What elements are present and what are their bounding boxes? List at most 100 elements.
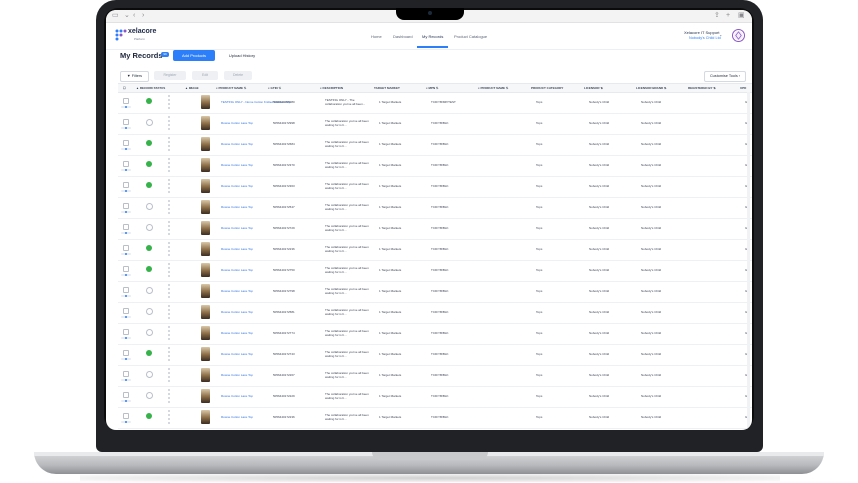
chevron-down-icon[interactable]: ⌄ xyxy=(124,12,130,20)
status-check-icon[interactable] xyxy=(146,161,152,167)
row-checkbox[interactable] xyxy=(123,182,129,188)
chevron-down-icon[interactable]: ⌄ xyxy=(719,32,722,37)
row-checkbox[interactable] xyxy=(123,161,129,167)
table-row[interactable]: Rowne Cotton Lace Top 5056440172729 The co… xyxy=(118,218,752,240)
edit-button[interactable]: Edit xyxy=(192,71,218,80)
nav-product-catalogue[interactable]: Product Catalogue xyxy=(454,34,487,39)
avatar[interactable] xyxy=(732,29,745,42)
product-image[interactable] xyxy=(201,263,210,277)
nav-my-records[interactable]: My Records xyxy=(422,34,443,39)
upload-history-link[interactable]: Upload History xyxy=(223,50,261,61)
product-image[interactable] xyxy=(201,242,210,256)
product-name-link[interactable]: Rowne Cotton Lace Top xyxy=(221,289,253,293)
product-name-link[interactable]: Rowne Cotton Lace Top xyxy=(221,394,253,398)
product-name-link[interactable]: Rowne Cotton Lace Top xyxy=(221,184,253,188)
product-name-link[interactable]: Rowne Cotton Lace Top xyxy=(221,247,253,251)
status-check-icon[interactable] xyxy=(146,308,153,315)
delete-button[interactable]: Delete xyxy=(224,71,252,80)
table-row[interactable]: Rowne Cotton Lace Top 5056440172236 The co… xyxy=(118,407,752,429)
column-description[interactable]: ⌕ DESCRIPTION xyxy=(320,86,343,90)
column-record-status[interactable]: ▲ RECORD STATUS xyxy=(136,86,165,90)
user-name[interactable]: Xelacore IT Support xyxy=(684,30,720,35)
column-licensor[interactable]: LICENSOR ⇅ xyxy=(584,86,603,90)
row-checkbox[interactable] xyxy=(123,224,129,230)
table-row[interactable]: Rowne Cotton Lace Top 5056440172236 The co… xyxy=(118,239,752,261)
column-mpn[interactable]: ⌕ MPN ⇅ xyxy=(426,86,438,90)
status-check-icon[interactable] xyxy=(146,182,152,188)
new-tab-icon[interactable]: + xyxy=(726,12,730,20)
sidebar-toggle-icon[interactable]: ▭ xyxy=(112,12,119,20)
table-row[interactable]: Rowne Cotton Lace Top 5056440172774 The co… xyxy=(118,323,752,345)
share-icon[interactable]: ⇪ xyxy=(714,12,720,20)
product-image[interactable] xyxy=(201,410,210,424)
row-checkbox[interactable] xyxy=(123,350,129,356)
nav-home[interactable]: Home xyxy=(371,34,382,39)
column-product-name-2[interactable]: ⌕ PRODUCT NAME ⇅ xyxy=(478,86,508,90)
row-checkbox[interactable] xyxy=(123,98,129,104)
status-check-icon[interactable] xyxy=(146,119,153,126)
product-image[interactable] xyxy=(201,200,210,214)
product-image[interactable] xyxy=(201,347,210,361)
row-checkbox[interactable] xyxy=(123,266,129,272)
table-row[interactable]: TESTING ONLY - Nome Cotton Knitted Fashi… xyxy=(118,92,752,114)
column-licensor-brand[interactable]: LICENSOR BRAND ⇅ xyxy=(636,86,667,90)
product-image[interactable] xyxy=(201,221,210,235)
customise-tools-button[interactable]: Customise Tools › xyxy=(704,71,746,82)
row-checkbox[interactable] xyxy=(123,371,129,377)
select-all-checkbox[interactable]: ☐ xyxy=(123,86,126,90)
product-name-link[interactable]: Rowne Cotton Lace Top xyxy=(221,205,253,209)
tabs-icon[interactable]: ▣ xyxy=(738,12,745,20)
add-products-button[interactable]: Add Products xyxy=(173,50,215,61)
product-image[interactable] xyxy=(201,179,210,193)
column-target-market[interactable]: TARGET MARKET xyxy=(374,86,400,90)
row-checkbox[interactable] xyxy=(123,308,129,314)
back-icon[interactable]: ‹ xyxy=(133,12,135,20)
table-row[interactable]: Rowne Cotton Lace Top 5056440172684 The co… xyxy=(118,134,752,156)
product-name-link[interactable]: Rowne Cotton Lace Top xyxy=(221,310,253,314)
row-checkbox[interactable] xyxy=(123,392,129,398)
forward-icon[interactable]: › xyxy=(142,12,144,20)
table-row[interactable]: Rowne Cotton Lace Top 5056440172363 The co… xyxy=(118,176,752,198)
column-upd[interactable]: UPD xyxy=(740,86,746,90)
product-image[interactable] xyxy=(201,95,210,109)
product-image[interactable] xyxy=(201,389,210,403)
status-check-icon[interactable] xyxy=(146,350,152,356)
status-check-icon[interactable] xyxy=(146,140,152,146)
row-checkbox[interactable] xyxy=(123,413,129,419)
product-name-link[interactable]: Rowne Cotton Lace Top xyxy=(221,142,253,146)
product-name-link[interactable]: Rowne Cotton Lace Top xyxy=(221,415,253,419)
product-image[interactable] xyxy=(201,284,210,298)
status-check-icon[interactable] xyxy=(146,329,153,336)
product-name-link[interactable]: Rowne Cotton Lace Top xyxy=(221,268,253,272)
table-row[interactable]: Rowne Cotton Lace Top 5056440172547 The co… xyxy=(118,197,752,219)
table-row[interactable]: Rowne Cotton Lace Top 5056440172743 The co… xyxy=(118,344,752,366)
product-name-link[interactable]: Rowne Cotton Lace Top xyxy=(221,373,253,377)
user-organisation[interactable]: Nobody's Child Ltd xyxy=(689,36,721,40)
status-check-icon[interactable] xyxy=(146,224,153,231)
status-check-icon[interactable] xyxy=(146,413,152,419)
status-check-icon[interactable] xyxy=(146,266,152,272)
row-checkbox[interactable] xyxy=(123,329,129,335)
column-product-category[interactable]: PRODUCT CATEGORY xyxy=(531,86,563,90)
product-image[interactable] xyxy=(201,305,210,319)
row-checkbox[interactable] xyxy=(123,287,129,293)
table-row[interactable]: Rowne Cotton Lace Top 5056440172229 The co… xyxy=(118,386,752,408)
row-checkbox[interactable] xyxy=(123,140,129,146)
row-checkbox[interactable] xyxy=(123,245,129,251)
table-row[interactable]: Rowne Cotton Lace Top 5056440172798 The co… xyxy=(118,281,752,303)
status-check-icon[interactable] xyxy=(146,371,153,378)
status-check-icon[interactable] xyxy=(146,287,153,294)
product-image[interactable] xyxy=(201,116,210,130)
product-image[interactable] xyxy=(201,158,210,172)
row-checkbox[interactable] xyxy=(123,203,129,209)
filters-button[interactable]: ▼ Filters xyxy=(120,71,149,82)
column-registered-by[interactable]: REGISTERED BY ⇅ xyxy=(688,86,716,90)
table-row[interactable]: Rowne Cotton Lace Top 5056440172581 The co… xyxy=(118,302,752,324)
table-row[interactable]: Rowne Cotton Lace Top 5056440172998 The co… xyxy=(118,113,752,135)
table-row[interactable]: Rowne Cotton Lace Top 5056440172267 The co… xyxy=(118,365,752,387)
table-row[interactable]: Rowne Cotton Lace Top 5056440172370 The co… xyxy=(118,155,752,177)
column-gtin[interactable]: ⌕ GTIN ⇅ xyxy=(268,86,281,90)
status-check-icon[interactable] xyxy=(146,98,152,104)
row-checkbox[interactable] xyxy=(123,119,129,125)
register-button[interactable]: Register xyxy=(154,71,186,80)
